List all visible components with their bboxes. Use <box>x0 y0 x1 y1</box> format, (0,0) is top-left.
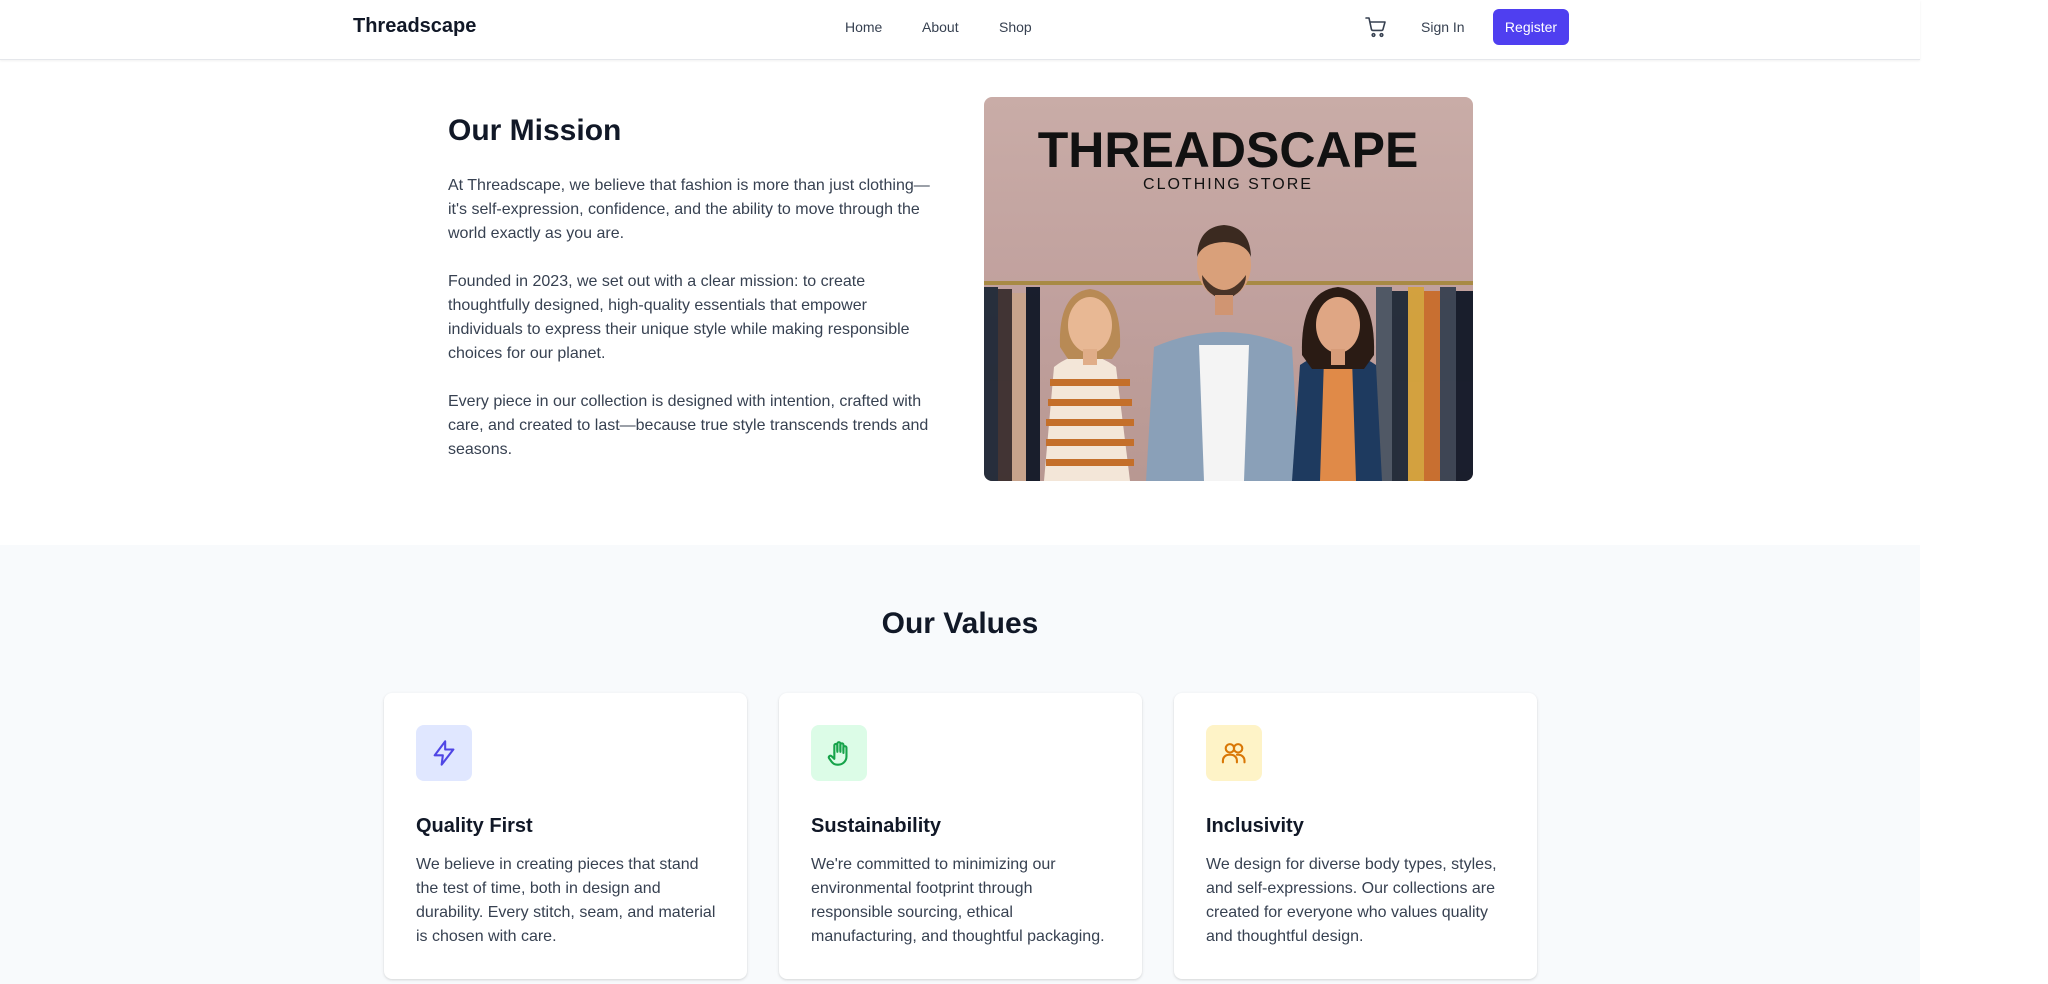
nav-shop[interactable]: Shop <box>999 19 1032 35</box>
values-section: Our Values Quality First We believe in c… <box>0 545 1920 984</box>
store-team-photo: THREADSCAPE CLOTHING STORE <box>984 97 1473 481</box>
card-text: We design for diverse body types, styles… <box>1206 856 1497 945</box>
register-button[interactable]: Register <box>1493 9 1569 45</box>
nav-about[interactable]: About <box>922 19 959 35</box>
mission-title: Our Mission <box>448 114 622 147</box>
values-title: Our Values <box>881 607 1039 640</box>
brand-logo[interactable]: Threadscape <box>353 15 476 38</box>
card-title: Sustainability <box>811 815 942 837</box>
photo-logo-title: THREADSCAPE <box>1038 122 1419 178</box>
person-left <box>1044 289 1134 481</box>
card-text: We're committed to minimizing our enviro… <box>811 856 1105 945</box>
value-card-quality: Quality First We believe in creating pie… <box>384 693 747 979</box>
person-center <box>1146 225 1300 481</box>
site-header: Threadscape Home About Shop Sign In Regi… <box>0 0 1920 60</box>
card-text: We believe in creating pieces that stand… <box>416 856 716 945</box>
photo-logo-subtitle: CLOTHING STORE <box>1143 176 1313 193</box>
value-card-sustainability: Sustainability We're committed to minimi… <box>779 693 1142 979</box>
users-icon <box>1206 725 1262 781</box>
about-page: Threadscape Home About Shop Sign In Regi… <box>0 0 1920 984</box>
mission-paragraph: Every piece in our collection is designe… <box>448 393 929 458</box>
hand-icon <box>811 725 867 781</box>
value-card-inclusivity: Inclusivity We design for diverse body t… <box>1174 693 1537 979</box>
person-right <box>1292 287 1382 481</box>
card-title: Quality First <box>416 815 533 837</box>
mission-paragraph: At Threadscape, we believe that fashion … <box>448 177 930 242</box>
sign-in-link[interactable]: Sign In <box>1421 19 1465 35</box>
cart-icon[interactable] <box>1364 15 1388 39</box>
nav-home[interactable]: Home <box>845 19 882 35</box>
mission-paragraph: Founded in 2023, we set out with a clear… <box>448 273 910 362</box>
lightning-icon <box>416 725 472 781</box>
card-title: Inclusivity <box>1206 815 1304 837</box>
